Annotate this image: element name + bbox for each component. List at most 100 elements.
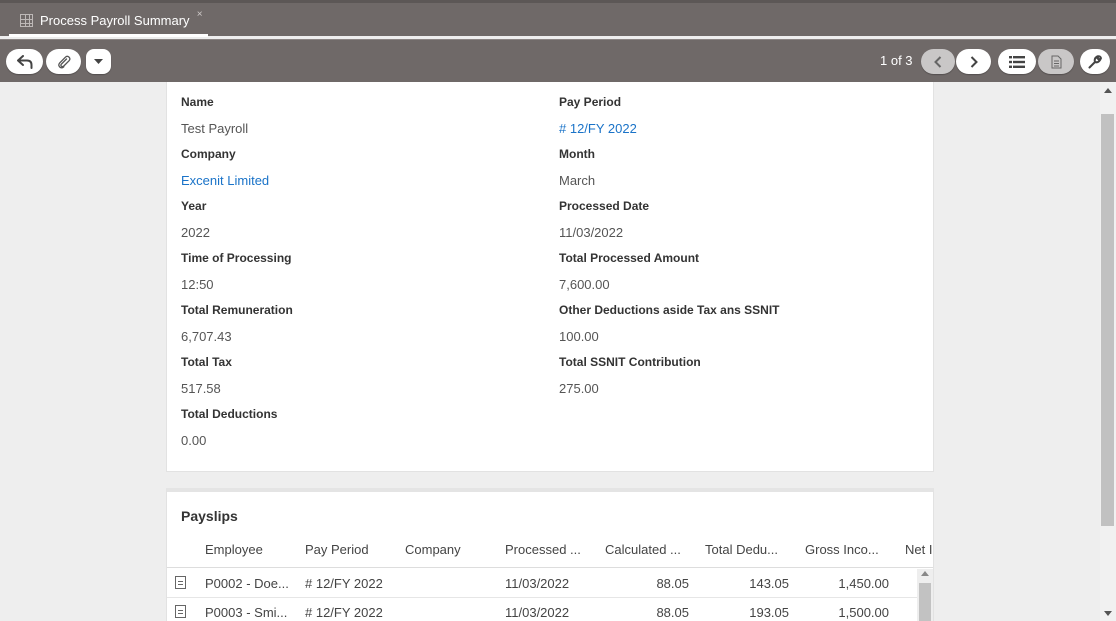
close-icon[interactable]: × (197, 9, 203, 20)
column-header-pay-period[interactable]: Pay Period (305, 542, 397, 557)
active-tab-indicator (9, 34, 208, 37)
field-value: 100.00 (559, 329, 599, 344)
table-row[interactable]: P0002 - Doe... # 12/FY 2022 11/03/2022 8… (167, 569, 917, 598)
field-label: Name (181, 95, 214, 109)
undo-arrow-icon (16, 54, 32, 69)
scroll-up-arrow-icon[interactable] (921, 571, 929, 576)
field-total-processed-amount: Total Processed Amount 7,600.00 (559, 251, 699, 292)
list-view-button[interactable] (998, 49, 1036, 74)
caret-down-icon (94, 58, 103, 64)
field-company: Company Excenit Limited (181, 147, 269, 188)
cell-total-deductions: 193.05 (749, 605, 789, 620)
field-value: Test Payroll (181, 121, 249, 136)
document-icon[interactable] (175, 605, 186, 618)
field-label: Processed Date (559, 199, 650, 213)
settings-button[interactable] (1080, 49, 1110, 74)
column-header-employee[interactable]: Employee (205, 542, 297, 557)
table-row[interactable]: P0003 - Smi... # 12/FY 2022 11/03/2022 8… (167, 598, 917, 621)
cell-employee: P0002 - Doe... (205, 576, 289, 591)
field-other-deductions: Other Deductions aside Tax ans SSNIT 100… (559, 303, 780, 344)
tab-title: Process Payroll Summary (40, 13, 190, 28)
field-value: 6,707.43 (181, 329, 232, 344)
field-total-tax: Total Tax 517.58 (181, 355, 232, 396)
column-header-calculated[interactable]: Calculated ... (605, 542, 697, 557)
cell-pay-period: # 12/FY 2022 (305, 605, 383, 620)
field-value: 0.00 (181, 433, 207, 448)
chevron-left-icon (934, 55, 942, 68)
field-value: March (559, 173, 596, 188)
field-total-remuneration: Total Remuneration 6,707.43 (181, 303, 293, 344)
payslips-section: Payslips Employee Pay Period Company Pro… (166, 488, 934, 621)
field-value: 11/03/2022 (559, 225, 624, 240)
field-total-deductions: Total Deductions 0.00 (181, 407, 277, 448)
tab-process-payroll-summary[interactable]: Process Payroll Summary × (9, 4, 208, 37)
payslips-table-header: Employee Pay Period Company Processed ..… (167, 542, 933, 568)
field-label: Total Processed Amount (559, 251, 700, 265)
paperclip-icon (57, 55, 71, 68)
column-header-company[interactable]: Company (405, 542, 497, 557)
column-header-gross-income[interactable]: Gross Inco... (805, 542, 897, 557)
attach-button[interactable] (46, 49, 81, 74)
field-value: 7,600.00 (559, 277, 610, 292)
field-time-of-processing: Time of Processing 12:50 (181, 251, 291, 292)
field-processed-date: Processed Date 11/03/2022 (559, 199, 649, 240)
field-value: 2022 (181, 225, 210, 240)
field-value: 275.00 (559, 381, 599, 396)
field-label: Other Deductions aside Tax ans SSNIT (559, 303, 780, 317)
column-header-total-deductions[interactable]: Total Dedu... (705, 542, 797, 557)
cell-processed-date: 11/03/2022 (505, 576, 570, 591)
payroll-summary-form: Name Test Payroll Company Excenit Limite… (166, 82, 934, 472)
field-year: Year 2022 (181, 199, 210, 240)
document-icon[interactable] (175, 576, 186, 589)
column-header-processed-date[interactable]: Processed ... (505, 542, 597, 557)
payslips-title: Payslips (181, 508, 238, 524)
scroll-up-arrow-icon[interactable] (1104, 88, 1112, 93)
form-scroll-area[interactable]: Name Test Payroll Company Excenit Limite… (0, 82, 1100, 621)
cell-gross-income: 1,500.00 (838, 605, 889, 620)
field-label: Month (559, 147, 595, 161)
page-scrollbar[interactable] (1100, 82, 1116, 621)
cell-calculated: 88.05 (656, 605, 689, 620)
field-label: Total SSNIT Contribution (559, 355, 701, 369)
field-label: Total Tax (181, 355, 232, 369)
field-total-ssnit-contribution: Total SSNIT Contribution 275.00 (559, 355, 701, 396)
record-pager: 1 of 3 (880, 53, 913, 68)
field-label: Total Deductions (181, 407, 278, 421)
next-record-button[interactable] (956, 49, 991, 74)
table-icon (20, 14, 33, 27)
field-label: Company (181, 147, 236, 161)
cell-gross-income: 1,450.00 (838, 576, 889, 591)
field-month: Month March (559, 147, 595, 188)
more-actions-dropdown[interactable] (86, 49, 111, 74)
scrollbar-thumb[interactable] (1101, 114, 1114, 526)
pay-period-link[interactable]: # 12/FY 2022 (559, 121, 637, 136)
field-label: Pay Period (559, 95, 622, 109)
cell-processed-date: 11/03/2022 (505, 605, 570, 620)
payslips-scrollbar[interactable] (917, 569, 933, 621)
field-label: Year (181, 199, 207, 213)
scroll-down-arrow-icon[interactable] (1104, 611, 1112, 616)
scrollbar-thumb[interactable] (919, 583, 931, 621)
field-value: 517.58 (181, 381, 221, 396)
form-view-button[interactable] (1038, 49, 1074, 74)
cell-total-deductions: 143.05 (749, 576, 789, 591)
field-value: 12:50 (181, 277, 214, 292)
wrench-icon (1088, 54, 1102, 68)
tab-bar: Process Payroll Summary × (0, 0, 1116, 37)
column-header-net-income[interactable]: Net I (905, 542, 933, 557)
field-pay-period: Pay Period # 12/FY 2022 (559, 95, 637, 136)
company-link[interactable]: Excenit Limited (181, 173, 269, 188)
cell-employee: P0003 - Smi... (205, 605, 288, 620)
app-window: Process Payroll Summary × 1 of 3 Name Te… (0, 0, 1116, 621)
list-icon (1009, 55, 1025, 68)
field-label: Total Remuneration (181, 303, 293, 317)
document-icon (1051, 55, 1061, 68)
toolbar: 1 of 3 (0, 39, 1116, 82)
cell-pay-period: # 12/FY 2022 (305, 576, 383, 591)
cell-calculated: 88.05 (656, 576, 689, 591)
previous-record-button[interactable] (921, 49, 955, 74)
chevron-right-icon (970, 55, 978, 68)
field-label: Time of Processing (181, 251, 292, 265)
field-name: Name Test Payroll (181, 95, 248, 136)
back-button[interactable] (6, 49, 43, 74)
